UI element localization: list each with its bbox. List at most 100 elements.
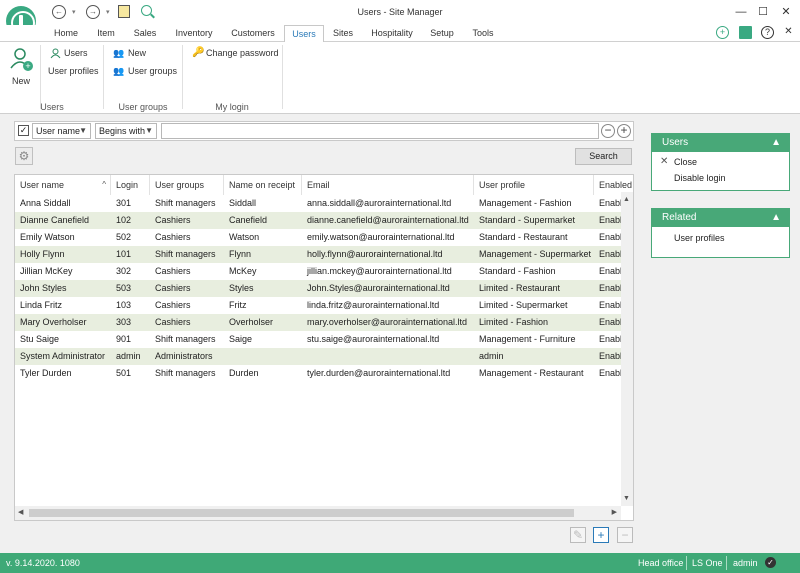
user-name-cell: Stu Saige [20, 334, 60, 344]
close-window-button[interactable]: ✕ [778, 5, 794, 19]
table-row[interactable]: John Styles 503 Cashiers Styles John.Styles@… [15, 280, 621, 297]
name-on-receipt-cell: Saige [229, 334, 253, 344]
table-row[interactable]: Dianne Canefield 102 Cashiers Canefield dian… [15, 212, 621, 229]
forward-icon[interactable]: → [86, 5, 100, 19]
vertical-scrollbar[interactable]: ▲ ▼ [621, 192, 633, 506]
filter-enabled-checkbox[interactable]: ✓ [18, 125, 29, 136]
tab-users[interactable]: Users [284, 25, 324, 43]
new-user-button[interactable]: + New [8, 46, 34, 86]
search-button[interactable]: Search [575, 148, 632, 165]
email-cell: stu.saige@aurorainternational.ltd [307, 334, 440, 344]
user-groups-icon: 👥 [113, 66, 125, 76]
remove-filter-button[interactable]: − [601, 124, 615, 138]
column-header-email[interactable]: Email [302, 175, 474, 195]
column-header-user-name[interactable]: User name ^ [15, 175, 111, 195]
table-row[interactable]: Jillian McKey 302 Cashiers McKey jillian.mck… [15, 263, 621, 280]
filter-value-input[interactable] [161, 123, 599, 139]
user-profiles-button[interactable]: User profiles [48, 66, 99, 76]
user-profile-cell: Standard - Restaurant [479, 232, 568, 242]
window-title: Users - Site Manager [357, 7, 443, 17]
table-row[interactable]: Tyler Durden 501 Shift managers Durden tyler… [15, 365, 621, 382]
tab-sales[interactable]: Sales [126, 25, 164, 42]
email-cell: tyler.durden@aurorainternational.ltd [307, 368, 451, 378]
add-button[interactable]: + [593, 527, 609, 543]
enabled-cell: Enable [599, 317, 621, 327]
column-header-login[interactable]: Login [111, 175, 150, 195]
tab-sites[interactable]: Sites [326, 25, 360, 42]
user-groups-cell: Shift managers [155, 334, 216, 344]
forward-dropdown-icon[interactable]: ▾ [106, 8, 110, 16]
chevron-up-icon[interactable]: ▲ [771, 209, 781, 227]
user-profile-cell: Management - Supermarket [479, 249, 592, 259]
users-actions-panel: Users ▲ ✕ Close Disable login [651, 133, 790, 191]
table-row[interactable]: Holly Flynn 101 Shift managers Flynn holly.f… [15, 246, 621, 263]
help-icon[interactable]: ? [761, 26, 774, 39]
close-user-link[interactable]: Close [674, 157, 697, 167]
column-header-user-groups[interactable]: User groups [150, 175, 224, 195]
chevron-up-icon[interactable]: ▲ [771, 134, 781, 152]
delete-button[interactable]: − [617, 527, 633, 543]
product-name: LS One [692, 558, 723, 568]
scroll-down-icon[interactable]: ▼ [623, 495, 630, 502]
table-row[interactable]: Anna Siddall 301 Shift managers Siddall anna… [15, 195, 621, 212]
user-icon [50, 48, 61, 59]
tab-inventory[interactable]: Inventory [166, 25, 222, 42]
login-cell: 502 [116, 232, 132, 242]
title-bar: ← → ▾ ▾ Users - Site Manager — ☐ ✕ [0, 0, 800, 36]
pin-icon[interactable]: ✕ [782, 26, 795, 39]
tab-item[interactable]: Item [88, 25, 124, 42]
disable-login-link[interactable]: Disable login [674, 173, 726, 183]
column-header-name-on-receipt[interactable]: Name on receipt [224, 175, 302, 195]
related-user-profiles-link[interactable]: User profiles [674, 233, 725, 243]
column-header-user-profile[interactable]: User profile [474, 175, 594, 195]
email-cell: emily.watson@aurorainternational.ltd [307, 232, 455, 242]
name-on-receipt-cell: Flynn [229, 249, 252, 259]
tab-customers[interactable]: Customers [224, 25, 282, 42]
email-cell: John.Styles@aurorainternational.ltd [307, 283, 450, 293]
related-panel-title: Related [662, 212, 697, 223]
email-cell: linda.fritz@aurorainternational.ltd [307, 300, 440, 310]
tab-setup[interactable]: Setup [424, 25, 460, 42]
name-on-receipt-cell: Overholser [229, 317, 274, 327]
back-dropdown-icon[interactable]: ▾ [72, 8, 76, 16]
table-row[interactable]: Stu Saige 901 Shift managers Saige stu.saige… [15, 331, 621, 348]
email-cell: anna.siddall@aurorainternational.ltd [307, 198, 452, 208]
scroll-left-icon[interactable]: ◀ [18, 508, 23, 516]
horizontal-scrollbar[interactable]: ◀ ▶ [15, 506, 621, 520]
user-name-cell: Mary Overholser [20, 317, 87, 327]
table-row[interactable]: Emily Watson 502 Cashiers Watson emily.watso… [15, 229, 621, 246]
scroll-thumb[interactable] [29, 509, 574, 517]
stack-icon[interactable] [739, 26, 752, 39]
filter-operator-value: Begins with [99, 126, 146, 136]
table-row[interactable]: Mary Overholser 303 Cashiers Overholser mary… [15, 314, 621, 331]
tab-home[interactable]: Home [46, 25, 86, 42]
add-filter-button[interactable]: + [617, 124, 631, 138]
enabled-cell: Enable [599, 266, 621, 276]
user-name-cell: Anna Siddall [20, 198, 71, 208]
user-name-cell: Holly Flynn [20, 249, 65, 259]
scroll-right-icon[interactable]: ▶ [612, 508, 617, 516]
table-row[interactable]: System Administrator admin Administrators a… [15, 348, 621, 365]
back-icon[interactable]: ← [52, 5, 66, 19]
login-cell: 103 [116, 300, 132, 310]
login-cell: 501 [116, 368, 132, 378]
table-row[interactable]: Linda Fritz 103 Cashiers Fritz linda.fritz@a… [15, 297, 621, 314]
tab-tools[interactable]: Tools [462, 25, 504, 42]
edit-button[interactable]: ✎ [570, 527, 586, 543]
users-grid: User name ^ Login User groups Name on re… [14, 174, 634, 521]
login-cell: 301 [116, 198, 132, 208]
email-cell: holly.flynn@aurorainternational.ltd [307, 249, 443, 259]
filter-field-select[interactable]: User name ▼ [32, 123, 91, 139]
grid-body: Anna Siddall 301 Shift managers Siddall anna… [15, 195, 621, 506]
minimize-button[interactable]: — [733, 5, 749, 19]
current-user: admin [733, 558, 758, 568]
user-groups-cell: Shift managers [155, 198, 216, 208]
related-panel-header[interactable]: Related ▲ [652, 209, 789, 227]
tab-hospitality[interactable]: Hospitality [362, 25, 422, 42]
settings-gear-button[interactable]: ⚙ [15, 147, 33, 165]
notes-icon[interactable] [118, 5, 130, 18]
filter-operator-select[interactable]: Begins with ▼ [95, 123, 157, 139]
users-panel-header[interactable]: Users ▲ [652, 134, 789, 152]
maximize-button[interactable]: ☐ [755, 5, 771, 19]
add-circle-icon[interactable]: + [716, 26, 729, 39]
